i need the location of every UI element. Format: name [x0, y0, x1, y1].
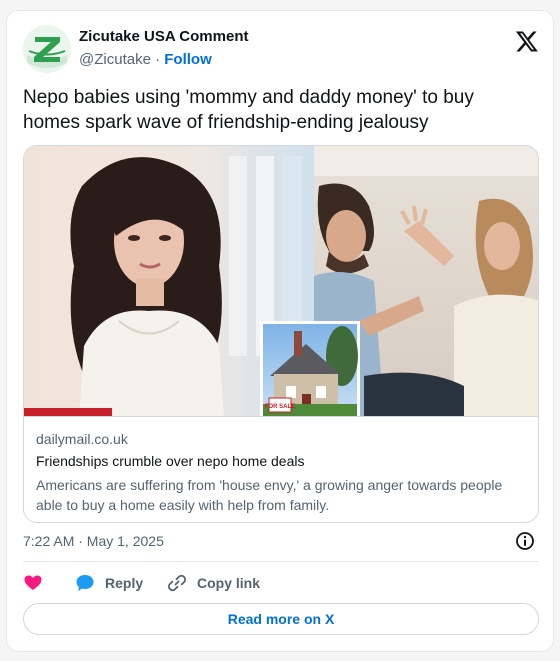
for-sale-sign: FOR SALE — [265, 404, 295, 410]
like-button[interactable] — [23, 571, 43, 595]
action-bar: Reply Copy link — [23, 571, 539, 595]
link-preview-card[interactable]: FOR SALE dailymail.co.uk Friendships cru… — [23, 145, 539, 523]
link-preview-image: FOR SALE — [24, 146, 538, 416]
copy-link-button[interactable]: Copy link — [167, 571, 260, 595]
reply-button[interactable]: Reply — [75, 571, 143, 595]
link-domain: dailymail.co.uk — [36, 431, 128, 447]
follow-button[interactable]: Follow — [164, 51, 212, 68]
read-more-button[interactable]: Read more on X — [23, 603, 539, 635]
link-title: Friendships crumble over nepo home deals — [36, 453, 305, 469]
x-logo-icon[interactable] — [515, 29, 539, 53]
tweet-text: Nepo babies using 'mommy and daddy money… — [23, 87, 474, 133]
handle-row: @Zicutake · Follow — [79, 51, 212, 68]
author-name[interactable]: Zicutake USA Comment — [79, 28, 248, 45]
copy-link-label: Copy link — [197, 575, 261, 591]
link-icon — [167, 574, 187, 592]
info-icon[interactable] — [515, 531, 535, 551]
zicutake-logo-icon — [23, 25, 71, 73]
speech-bubble-icon — [76, 575, 94, 591]
separator: · — [155, 51, 161, 68]
avatar[interactable] — [23, 25, 71, 73]
heart-icon — [24, 575, 42, 590]
link-meta: dailymail.co.uk Friendships crumble over… — [24, 416, 538, 522]
tweet-card: Zicutake USA Comment @Zicutake · Follow … — [6, 10, 554, 652]
tweet-timestamp[interactable]: 7:22 AM · May 1, 2025 — [23, 533, 164, 549]
reply-label: Reply — [105, 575, 144, 591]
link-description: Americans are suffering from 'house envy… — [36, 477, 503, 513]
author-handle[interactable]: @Zicutake — [79, 51, 151, 68]
tweet-header: Zicutake USA Comment @Zicutake · Follow — [23, 25, 539, 73]
divider — [23, 561, 539, 562]
